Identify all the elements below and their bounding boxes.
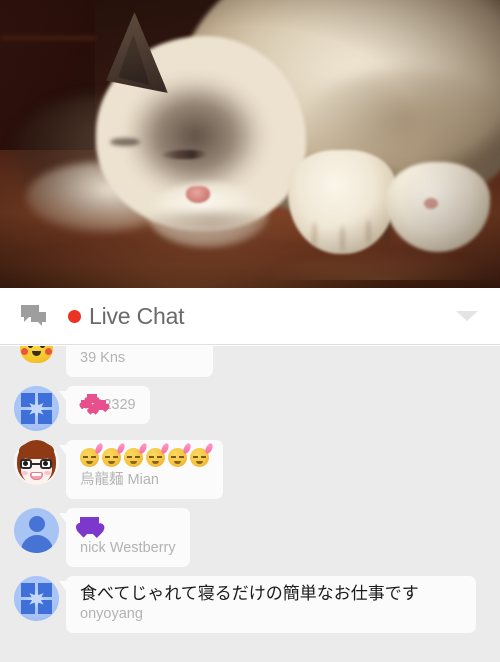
sleepy-face-emoji-run: [80, 447, 209, 468]
avatar-bangs: [19, 442, 54, 459]
sleepy-face-emoji: [190, 448, 209, 467]
chat-message-author: 39 Kns: [80, 350, 126, 366]
avatar-eye-right: [43, 461, 48, 466]
live-chat-header[interactable]: Live Chat: [0, 288, 500, 345]
chat-message-row[interactable]: D83D DE2A D83D D83D D83D D83D D83D DE34 …: [0, 346, 500, 377]
avatar-glasses-bridge: [32, 463, 40, 465]
sleepy-face-emoji: [168, 448, 187, 467]
chat-bubbles-icon: [20, 304, 47, 328]
pikachu-avatar[interactable]: [14, 346, 59, 367]
live-indicator-dot: [68, 309, 81, 323]
chat-message-bubble: 烏龍麺 Mian: [59, 440, 223, 499]
chat-message-author: onyoyang: [80, 606, 143, 622]
avatar-teeth: [32, 473, 41, 476]
chat-message-text: 食べてじゃれて寝るだけの簡単なお仕事です: [80, 584, 419, 603]
purple-heart-emoji: [80, 517, 99, 534]
sleepy-face-emoji: [124, 448, 143, 467]
video-frame: [0, 0, 500, 288]
pikachu-cheek-right: [45, 348, 52, 355]
sleepy-face-emoji: [80, 448, 99, 467]
chevron-down-icon[interactable]: [456, 311, 478, 321]
chat-message-text: [80, 447, 209, 468]
video-player[interactable]: [0, 0, 500, 288]
chat-message-row[interactable]: mi92329: [0, 386, 500, 431]
heart-glyph: [89, 406, 97, 413]
chat-message-row[interactable]: nick Westberry: [0, 508, 500, 567]
chat-message-bubble: 食べてじゃれて寝るだけの簡単なお仕事です onyoyang: [59, 576, 476, 633]
blue-square-avatar[interactable]: [14, 576, 59, 621]
chat-message-bubble: D83D DE2A D83D D83D D83D D83D D83D DE34 …: [66, 346, 213, 377]
blue-square-avatar[interactable]: [14, 386, 59, 431]
chat-message-row[interactable]: 食べてじゃれて寝るだけの簡単なお仕事です onyoyang: [0, 576, 500, 633]
video-vignette: [0, 0, 500, 288]
chat-message-bubble: nick Westberry: [59, 508, 190, 567]
pikachu-cheek-left: [21, 348, 28, 355]
live-chat-title: Live Chat: [89, 302, 185, 329]
chat-message-author: 烏龍麺 Mian: [80, 472, 159, 488]
avatar-blush-left: [21, 471, 28, 475]
chat-message-row[interactable]: 烏龍麺 Mian: [0, 440, 500, 499]
avatar-person-body: [21, 535, 53, 553]
default-person-avatar[interactable]: [14, 508, 59, 553]
live-chat-message-list[interactable]: D83D DE2A D83D D83D D83D D83D D83D DE34 …: [0, 346, 500, 662]
sleepy-face-emoji: [146, 448, 165, 467]
girl-glasses-avatar[interactable]: [14, 440, 59, 485]
chat-message-author: nick Westberry: [80, 540, 176, 556]
chat-message-text: [80, 515, 176, 536]
sleepy-face-emoji: [102, 448, 121, 467]
avatar-blush-right: [44, 471, 51, 475]
purple-heart-emoji-run: [80, 515, 176, 536]
avatar-eye-left: [23, 461, 28, 466]
avatar-person-head: [29, 516, 45, 532]
chat-message-bubble: mi92329: [59, 386, 150, 424]
